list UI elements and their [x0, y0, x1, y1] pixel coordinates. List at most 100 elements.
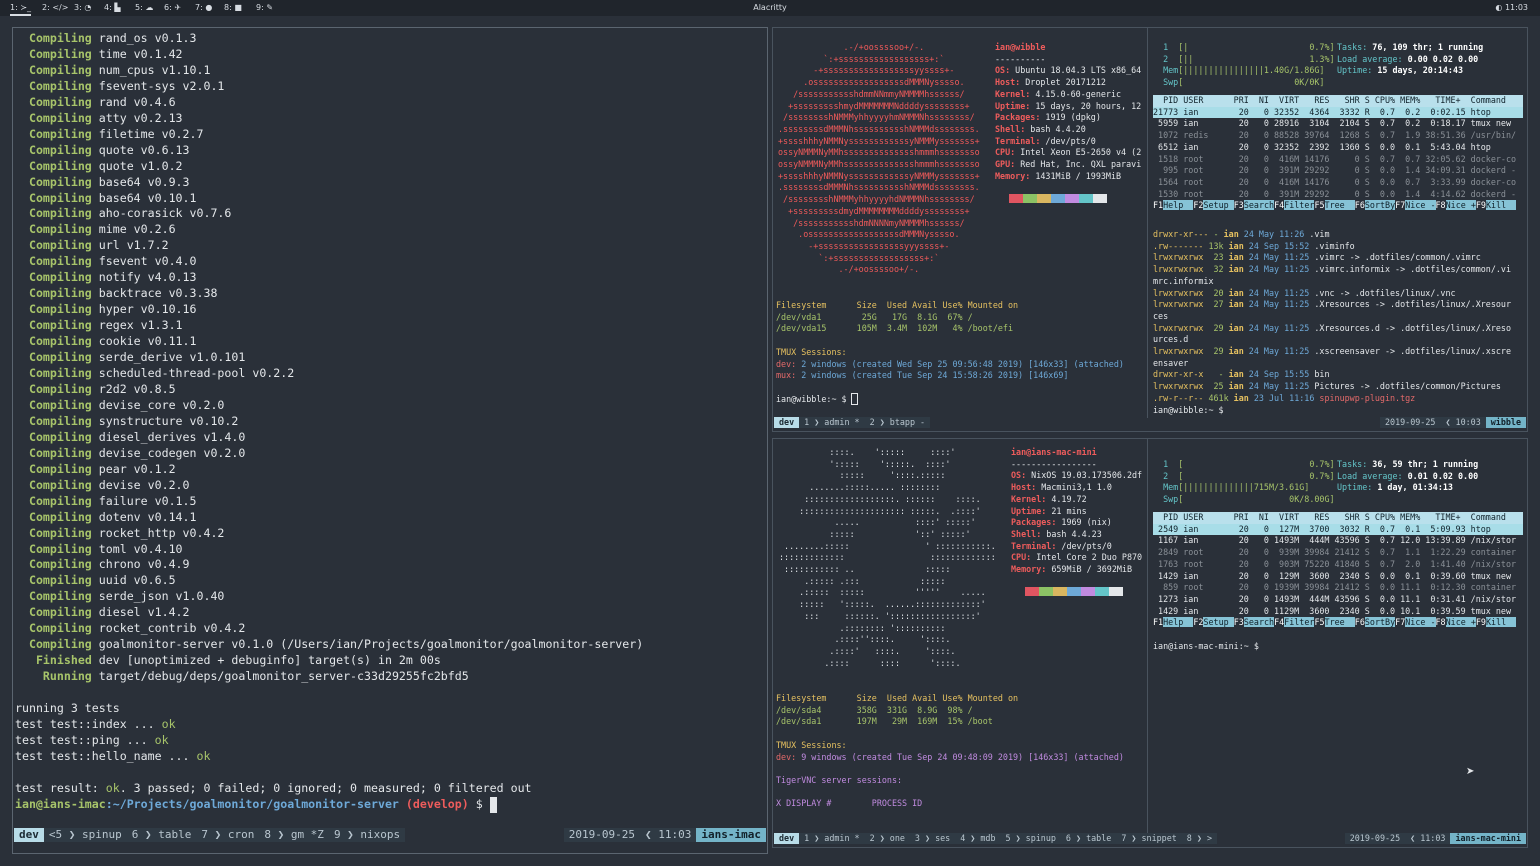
info-value: 4.15.0-60-generic: [1035, 88, 1122, 99]
workspace-8[interactable]: 8: ■: [224, 0, 242, 16]
process-row[interactable]: 1763 root 20 0 903M 75220 41840 S 0.7 2.…: [1153, 559, 1523, 571]
process-row[interactable]: 995 root 20 0 391M 29292 0 S 0.0 1.4 34:…: [1153, 165, 1523, 177]
fkey[interactable]: F4: [1274, 617, 1284, 627]
fkey-label[interactable]: Filter: [1284, 200, 1315, 211]
workspace-3[interactable]: 3: ◔: [74, 0, 91, 16]
fkey[interactable]: F4: [1274, 200, 1284, 210]
tmux-window[interactable]: 2 ❯ btapp -: [864, 417, 931, 428]
tmux-window[interactable]: 8 ❯ >: [1181, 833, 1217, 844]
status-right: 2019-09-25 ❮ 11:03 ians-mac-mini: [1344, 833, 1526, 844]
fkey[interactable]: F6: [1355, 617, 1365, 627]
workspace-7[interactable]: 7: ●: [195, 0, 212, 16]
cursor[interactable]: [489, 796, 497, 813]
tmux-window[interactable]: 3 ❯ ses: [909, 833, 956, 844]
workspace-2[interactable]: 2: </>: [42, 0, 68, 16]
fkey-label[interactable]: Search: [1243, 200, 1275, 211]
fkey[interactable]: F8: [1436, 200, 1446, 210]
fkey[interactable]: F5: [1314, 200, 1324, 210]
fkey[interactable]: F2: [1193, 200, 1203, 210]
process-row[interactable]: 1429 ian 20 0 129M 3600 2340 S 0.0 0.1 0…: [1153, 571, 1523, 583]
fkey-label[interactable]: Nice +: [1445, 200, 1476, 211]
htop-panel[interactable]: 1 [| 0.7%] 2 [|| 1.3%] Mem[|||||||||||||…: [1153, 42, 1523, 212]
fkey-label[interactable]: Setup: [1203, 200, 1234, 211]
tmux-window[interactable]: 7 ❯ snippet: [1116, 833, 1182, 844]
process-row[interactable]: 2549 ian 20 0 127M 3700 3032 R 0.7 0.1 5…: [1153, 523, 1523, 536]
top-right-terminal-pane[interactable]: .-/+oossssoo+/-. `:+ssssssssssssssssss+:…: [772, 27, 1528, 432]
process-row[interactable]: 1072 redis 20 0 88528 39764 1268 S 0.7 1…: [1153, 130, 1523, 142]
cargo-verb: Compiling: [28, 254, 92, 269]
fkey-label[interactable]: SortBy: [1364, 617, 1396, 628]
fkey-label[interactable]: Kill: [1485, 617, 1517, 628]
fkey[interactable]: F6: [1355, 200, 1365, 210]
bottom-right-terminal-pane[interactable]: ::::. '::::: ::::' '::::: ':::::. ::::' …: [772, 438, 1528, 848]
blank: [995, 182, 1141, 194]
summary-prefix: test result:: [15, 780, 106, 795]
tmux-window[interactable]: 4 ❯ mdb: [955, 833, 1001, 844]
process-row[interactable]: 1167 ian 20 0 1493M 444M 43596 S 0.7 12.…: [1153, 535, 1523, 547]
cursor[interactable]: [850, 392, 858, 405]
workspace-9[interactable]: 9: ✎: [256, 0, 273, 16]
htop-column-header[interactable]: PID USER PRI NI VIRT RES SHR S CPU% MEM%…: [1153, 95, 1523, 107]
fkey-label[interactable]: Search: [1243, 617, 1275, 628]
tmux-name: dev:: [776, 358, 797, 369]
session-name[interactable]: dev: [14, 828, 44, 842]
process-row[interactable]: 1273 ian 20 0 1493M 444M 43596 S 0.0 11.…: [1153, 594, 1523, 606]
tmux-window[interactable]: 8 ❯ gm *Z: [259, 828, 329, 842]
process-row[interactable]: 5959 ian 20 0 28916 3104 2104 S 0.7 0.2 …: [1153, 118, 1523, 130]
session-name[interactable]: dev: [774, 417, 800, 428]
fkey-label[interactable]: Tree: [1324, 617, 1355, 628]
process-row[interactable]: 1530 root 20 0 391M 29292 0 S 0.0 1.4 4:…: [1153, 189, 1523, 201]
fkey[interactable]: F8: [1436, 617, 1446, 627]
process-row[interactable]: 859 root 20 0 1939M 39984 21412 S 0.0 11…: [1153, 582, 1523, 594]
fkey[interactable]: F2: [1193, 617, 1203, 627]
fkey[interactable]: F9: [1476, 200, 1486, 210]
tmux-window[interactable]: 6 ❯ table: [1060, 833, 1117, 844]
tmux-window[interactable]: 9 ❯ nixops: [328, 828, 406, 842]
tmux-window[interactable]: 7 ❯ cron: [196, 828, 260, 842]
fkey[interactable]: F9: [1476, 617, 1486, 627]
fkey-label[interactable]: Filter: [1284, 617, 1315, 628]
workspace-4[interactable]: 4: ▙: [104, 0, 120, 16]
left-terminal-pane[interactable]: Compiling rand_os v0.1.3 Compiling time …: [12, 27, 768, 854]
logo-line: .::::' ::::. '::::.: [779, 645, 956, 656]
cargo-verb: Running: [42, 669, 92, 684]
tmux-window[interactable]: 2 ❯ one: [864, 833, 910, 844]
process-row[interactable]: 21773 ian 20 0 32352 4364 3332 R 0.7 0.2…: [1153, 106, 1523, 119]
fkey-label[interactable]: Setup: [1203, 617, 1234, 628]
fkey-label[interactable]: Nice +: [1445, 617, 1476, 628]
tmux-window[interactable]: 1 ❯ admin *: [799, 417, 865, 428]
meter: Swp[ 0K/8.00G]: [1153, 494, 1523, 506]
fkey[interactable]: F5: [1314, 617, 1324, 627]
blank: [776, 787, 1124, 799]
htop-meters: 1 [| 0.7%] 2 [|| 1.3%] Mem[|||||||||||||…: [1153, 42, 1523, 89]
htop-column-header[interactable]: PID USER PRI NI VIRT RES SHR S CPU% MEM%…: [1153, 512, 1523, 524]
process-row[interactable]: 1564 root 20 0 416M 14176 0 S 0.0 0.7 3:…: [1153, 177, 1523, 189]
fkey[interactable]: F3: [1234, 617, 1244, 627]
fkey-label[interactable]: Kill: [1485, 200, 1517, 211]
fkey[interactable]: F7: [1395, 617, 1405, 627]
fkey-label[interactable]: Help: [1163, 200, 1194, 211]
process-row[interactable]: 6512 ian 20 0 32352 2392 1360 S 0.0 0.1 …: [1153, 142, 1523, 154]
tmux-window[interactable]: 5 ❯ spinup: [1000, 833, 1061, 844]
process-row[interactable]: 1518 root 20 0 416M 14176 0 S 0.7 0.7 32…: [1153, 154, 1523, 166]
fkey[interactable]: F7: [1395, 200, 1405, 210]
fkey[interactable]: F1: [1153, 617, 1163, 627]
tmux-window[interactable]: <5 ❯ spinup: [43, 828, 127, 842]
fkey-label[interactable]: SortBy: [1364, 200, 1396, 211]
fkey[interactable]: F1: [1153, 200, 1163, 210]
process-row[interactable]: 2849 root 20 0 939M 39984 21412 S 0.7 1.…: [1153, 547, 1523, 559]
fkey[interactable]: F3: [1234, 200, 1244, 210]
fkey-label[interactable]: Tree: [1324, 200, 1355, 211]
workspace-1[interactable]: 1: ≻_: [10, 0, 32, 16]
tmux-window[interactable]: 6 ❯ table: [126, 828, 197, 842]
fkey-label[interactable]: Help: [1163, 617, 1194, 628]
session-name[interactable]: dev: [774, 833, 800, 844]
htop-panel[interactable]: 1 [ 0.7%] 2 [ 0.7%] Mem[||||||||||||||71…: [1153, 459, 1523, 652]
process-row[interactable]: 1429 ian 20 0 1129M 3600 2340 S 0.0 10.1…: [1153, 606, 1523, 618]
fkey-label[interactable]: Nice -: [1405, 200, 1436, 211]
workspace-6[interactable]: 6: ✈: [164, 0, 181, 16]
tmux-window[interactable]: 1 ❯ admin *: [799, 833, 865, 844]
fkey-label[interactable]: Nice -: [1405, 617, 1436, 628]
workspace-5[interactable]: 5: ☁: [135, 0, 153, 16]
date: 24 May 11:26: [1238, 229, 1310, 239]
